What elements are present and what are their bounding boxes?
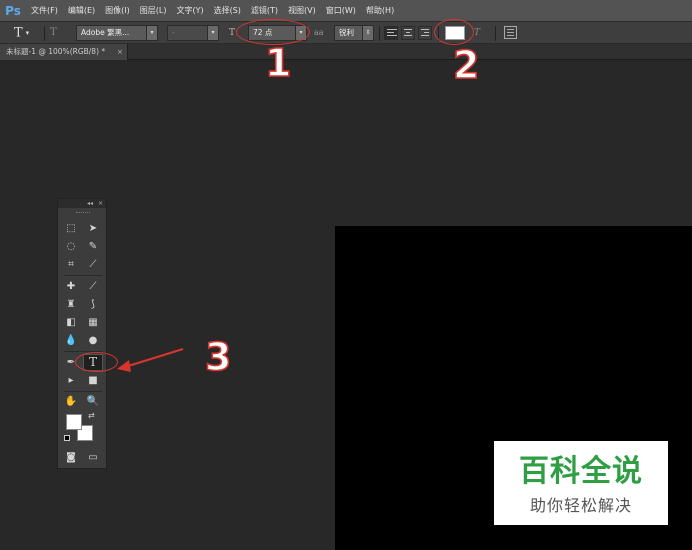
tools-panel-header[interactable]: ◂◂ × <box>58 199 106 208</box>
lasso-tool-icon[interactable]: ◌ <box>61 238 81 255</box>
menu-type[interactable]: 文字(Y) <box>171 5 208 16</box>
font-style-value: - <box>172 28 175 37</box>
character-panel-icon[interactable] <box>504 26 517 39</box>
crop-tool-icon[interactable]: ⌗ <box>61 256 81 273</box>
foreground-color-swatch[interactable] <box>66 414 82 430</box>
zoom-tool-icon[interactable]: 🔍 <box>83 393 103 410</box>
watermark-title: 百科全说 <box>519 454 643 489</box>
menu-layer[interactable]: 图层(L) <box>135 5 172 16</box>
font-style-select[interactable]: - ▾ <box>167 25 219 41</box>
menu-help[interactable]: 帮助(H) <box>361 5 399 16</box>
collapse-icon[interactable]: ◂◂ <box>87 199 93 208</box>
font-family-value: Adobe 繁黑... <box>81 28 130 37</box>
annotation-arrow-icon <box>117 347 184 372</box>
options-bar: T T Adobe 繁黑... ▾ - ▾ T 72 点 ▾ aa 锐利 ⇕ T <box>0 21 692 44</box>
align-center-icon[interactable] <box>401 26 415 40</box>
eyedropper-tool-icon[interactable]: ⟋ <box>83 256 103 273</box>
brush-tool-icon[interactable]: ⟋ <box>83 278 103 295</box>
healing-brush-tool-icon[interactable]: ✚ <box>61 278 81 295</box>
menu-edit[interactable]: 编辑(E) <box>63 5 100 16</box>
move-tool-icon[interactable]: ➤ <box>83 220 103 237</box>
dodge-tool-icon[interactable]: ● <box>83 332 103 349</box>
default-colors-icon[interactable] <box>64 435 70 441</box>
tools-panel: ◂◂ × ⬚ ➤ ◌ ✎ ⌗ ⟋ ✚ ⟋ ♜ ⟆ ◧ ▦ 💧 ● ✒ T ▸ ■… <box>57 198 107 469</box>
align-right-icon[interactable] <box>418 26 432 40</box>
menu-select[interactable]: 选择(S) <box>209 5 246 16</box>
warp-text-icon[interactable]: T <box>474 25 488 41</box>
anti-alias-value: 锐利 <box>339 28 354 37</box>
gradient-tool-icon[interactable]: ▦ <box>83 314 103 331</box>
chevron-down-icon[interactable]: ⇕ <box>362 26 373 40</box>
menu-file[interactable]: 文件(F) <box>26 5 63 16</box>
eraser-tool-icon[interactable]: ◧ <box>61 314 81 331</box>
document-tab-bar: 未标题-1 @ 100%(RGB/8) * × <box>0 44 692 60</box>
menu-bar: Ps 文件(F) 编辑(E) 图像(I) 图层(L) 文字(Y) 选择(S) 滤… <box>0 0 692 21</box>
path-selection-tool-icon[interactable]: ▸ <box>61 372 81 389</box>
annotation-label-1: 1 <box>264 41 292 85</box>
font-family-select[interactable]: Adobe 繁黑... ▾ <box>76 25 158 41</box>
align-left-icon[interactable] <box>384 26 398 40</box>
quick-mask-icon[interactable]: ◙ <box>61 449 81 466</box>
screen-mode-icon[interactable]: ▭ <box>83 449 103 466</box>
history-brush-tool-icon[interactable]: ⟆ <box>83 296 103 313</box>
highlight-ellipse-type-tool <box>75 352 118 372</box>
divider <box>44 26 45 41</box>
anti-alias-icon: aa <box>314 28 324 37</box>
marquee-tool-icon[interactable]: ⬚ <box>61 220 81 237</box>
annotation-label-2: 2 <box>452 43 480 87</box>
menu-image[interactable]: 图像(I) <box>100 5 135 16</box>
divider <box>379 26 380 41</box>
menu-filter[interactable]: 滤镜(T) <box>246 5 283 16</box>
divider <box>64 391 102 392</box>
divider <box>495 26 496 41</box>
blur-tool-icon[interactable]: 💧 <box>61 332 81 349</box>
close-icon[interactable]: × <box>98 199 103 208</box>
watermark-subtitle: 助你轻松解决 <box>529 496 632 515</box>
text-tool-preset-icon[interactable]: T <box>14 25 42 41</box>
document-tab[interactable]: 未标题-1 @ 100%(RGB/8) * <box>0 44 128 60</box>
annotation-label-3: 3 <box>204 335 232 379</box>
watermark: 百科全说 助你轻松解决 <box>494 441 668 525</box>
text-orientation-icon[interactable]: T <box>50 25 64 41</box>
menu-window[interactable]: 窗口(W) <box>321 5 361 16</box>
menu-view[interactable]: 视图(V) <box>283 5 321 16</box>
swap-colors-icon[interactable]: ⇄ <box>88 411 95 420</box>
anti-alias-select[interactable]: 锐利 ⇕ <box>334 25 374 41</box>
drag-handle[interactable] <box>58 208 106 219</box>
hand-tool-icon[interactable]: ✋ <box>61 393 81 410</box>
chevron-down-icon[interactable]: ▾ <box>146 26 157 40</box>
divider <box>64 275 102 276</box>
document-tab-title: 未标题-1 @ 100%(RGB/8) * <box>6 47 106 56</box>
highlight-ellipse-text-color <box>434 19 474 45</box>
photoshop-logo: Ps <box>5 3 21 18</box>
chevron-down-icon[interactable]: ▾ <box>207 26 218 40</box>
clone-stamp-tool-icon[interactable]: ♜ <box>61 296 81 313</box>
close-icon[interactable]: × <box>117 44 123 60</box>
quick-selection-tool-icon[interactable]: ✎ <box>83 238 103 255</box>
rectangle-tool-icon[interactable]: ■ <box>83 372 103 389</box>
